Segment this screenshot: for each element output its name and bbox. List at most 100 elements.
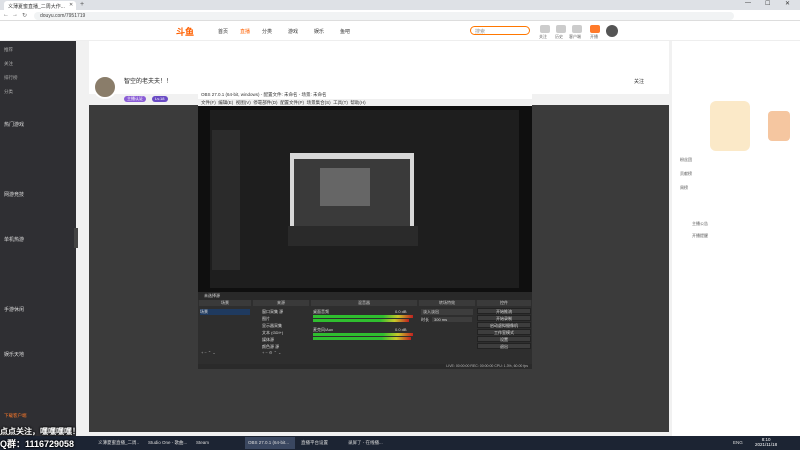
mixer-track-db: 0.0 dB <box>395 309 407 314</box>
scenes-dock-title: 场景 <box>199 300 251 306</box>
taskbar-app[interactable]: 直播平台设置 <box>298 437 342 449</box>
settings-button[interactable]: 设置 <box>477 336 531 342</box>
scene-item[interactable]: 场景 <box>200 309 250 315</box>
virtual-camera-button[interactable]: 启动虚拟摄像机 <box>477 322 531 328</box>
source-item[interactable]: 文本 (GDI+) <box>262 330 283 336</box>
mixer-dock-title: 混音器 <box>311 300 417 306</box>
sidebar-section-title: 手游休闲 <box>4 307 25 313</box>
browser-tab[interactable]: 义薄夏蜜直播_二周大作... <box>4 1 76 10</box>
reload-icon[interactable]: ↻ <box>22 12 27 19</box>
follow-button[interactable]: 关注 <box>634 78 644 85</box>
audio-meter <box>313 319 409 322</box>
controls-dock-title: 控件 <box>477 300 531 306</box>
menu-file[interactable]: 文件(F) <box>201 100 216 105</box>
sidebar-item-rank[interactable]: 排行榜 <box>4 75 18 81</box>
sidebar-item-follow[interactable]: 关注 <box>4 61 13 67</box>
header-icon-label: 客户端 <box>569 34 581 39</box>
menu-view[interactable]: 视图(V) <box>236 100 251 105</box>
search-input[interactable]: 搜索 <box>470 26 530 35</box>
header-icon-label: 历史 <box>555 34 563 39</box>
menu-docks[interactable]: 停靠部件(D) <box>253 100 277 105</box>
source-item[interactable]: 媒体源 <box>262 337 274 343</box>
minimize-icon[interactable]: — <box>745 0 751 6</box>
menu-tools[interactable]: 工具(T) <box>333 100 348 105</box>
audio-meter <box>313 337 411 340</box>
sidebar-section-title: 热门游戏 <box>4 122 25 128</box>
source-item[interactable]: 显示器采集 <box>262 323 282 329</box>
menu-scene-collection[interactable]: 场景集合(S) <box>307 100 331 105</box>
panel-text[interactable]: 主播公告 <box>692 221 708 227</box>
header-icon-label: 关注 <box>539 34 547 39</box>
sidebar-section-title: 娱乐天地 <box>4 352 25 358</box>
header-icon-label: 开播 <box>590 34 598 39</box>
close-icon[interactable]: ✕ <box>69 2 73 8</box>
transitions-dock-title: 转场特效 <box>419 300 475 306</box>
panel-text: 粉丝团 <box>680 157 692 162</box>
sidebar-item-recommend[interactable]: 推荐 <box>4 47 13 53</box>
sidebar-item-category[interactable]: 分类 <box>4 89 13 95</box>
menu-help[interactable]: 帮助(H) <box>350 100 365 105</box>
taskbar-clock[interactable]: 8:10 2021/11/18 <box>755 437 777 447</box>
history-icon[interactable] <box>556 25 566 33</box>
sidebar: 推荐 关注 排行榜 分类 热门游戏 网游竞技 单机热游 手游休闲 娱乐天地 下载… <box>0 41 76 436</box>
obs-canvas[interactable] <box>210 110 519 288</box>
obs-menu-bar: 文件(F) 编辑(E) 视图(V) 停靠部件(D) 配置文件(P) 场景集合(S… <box>198 99 532 106</box>
taskbar-app[interactable]: 录屏了 - 在线播... <box>345 437 389 449</box>
site-logo[interactable]: 斗鱼 <box>176 25 194 38</box>
scene-toolbar-icons[interactable]: + − ⌃ ⌄ <box>201 350 216 355</box>
exit-button[interactable]: 退出 <box>477 343 531 349</box>
nav-category[interactable]: 分类 <box>262 28 272 35</box>
user-avatar[interactable] <box>606 25 618 37</box>
site-header <box>0 21 800 41</box>
maximize-icon[interactable]: ☐ <box>765 0 770 7</box>
obs-title-bar: OBS 27.0.1 (64-bit, windows) - 配置文件: 未命名… <box>198 91 532 99</box>
source-item[interactable]: 窗口采集 源 <box>262 309 283 315</box>
nav-entertainment[interactable]: 娱乐 <box>314 28 324 35</box>
panel-text: 贡献榜 <box>680 171 692 176</box>
panel-text[interactable]: 开播提醒 <box>692 233 708 239</box>
language-indicator[interactable]: ENG <box>730 437 746 449</box>
level-badge: Lv.18 <box>152 96 168 102</box>
stream-overlay-qq: Q群：1116729058 <box>0 439 75 449</box>
taskbar-app[interactable]: 义薄夏蜜直播_二周... <box>95 437 139 449</box>
nav-home[interactable]: 首页 <box>218 28 228 35</box>
new-tab-icon[interactable]: + <box>80 1 84 8</box>
broadcast-icon[interactable] <box>590 25 600 33</box>
streamer-avatar[interactable] <box>93 75 117 99</box>
menu-profile[interactable]: 配置文件(P) <box>280 100 304 105</box>
url-input[interactable]: douyu.com/7951719 <box>34 12 734 20</box>
sidebar-section-title: 网游竞技 <box>4 192 25 198</box>
nav-fishbar[interactable]: 鱼吧 <box>340 28 350 35</box>
browser-tab-strip <box>0 0 800 10</box>
back-icon[interactable]: ← <box>3 12 9 18</box>
nav-live[interactable]: 直播 <box>240 28 250 35</box>
room-title: 智空的老夫夫！！ <box>124 79 173 85</box>
no-source-label: 未选择源 <box>204 293 220 298</box>
taskbar-app-obs[interactable]: OBS 27.0.1 (64-bit... <box>245 437 295 449</box>
start-streaming-button[interactable]: 开始推流 <box>477 308 531 314</box>
taskbar-app[interactable]: Steam <box>193 437 233 449</box>
obs-source-bar: 未选择源 <box>198 292 532 300</box>
status-badge: 主播认证 <box>124 96 146 102</box>
nested-capture-deep <box>320 168 370 206</box>
duration-input[interactable]: 300 ms <box>432 317 472 322</box>
close-window-icon[interactable]: ✕ <box>785 0 790 7</box>
source-toolbar-icons[interactable]: + − ⚙ ⌃ ⌄ <box>262 350 281 355</box>
taskbar-app[interactable]: Studio One - 歌曲... <box>145 437 189 449</box>
transition-select[interactable]: 淡入淡出 <box>421 309 473 315</box>
studio-mode-button[interactable]: 工作室模式 <box>477 329 531 335</box>
nav-games[interactable]: 游戏 <box>288 28 298 35</box>
promo-image[interactable] <box>768 111 790 141</box>
forward-icon[interactable]: → <box>12 12 18 18</box>
streamer-info-bar <box>89 41 669 94</box>
client-icon[interactable] <box>572 25 582 33</box>
sidebar-download-link[interactable]: 下载客户端 <box>4 413 27 419</box>
follow-icon[interactable] <box>540 25 550 33</box>
menu-edit[interactable]: 编辑(E) <box>218 100 233 105</box>
source-item[interactable]: 图片 <box>262 316 270 322</box>
clock-date: 2021/11/18 <box>755 442 778 447</box>
start-recording-button[interactable]: 开始录制 <box>477 315 531 321</box>
duration-label: 时长 <box>421 317 429 322</box>
sidebar-collapse-handle[interactable] <box>74 228 78 248</box>
audio-meter <box>313 315 413 318</box>
